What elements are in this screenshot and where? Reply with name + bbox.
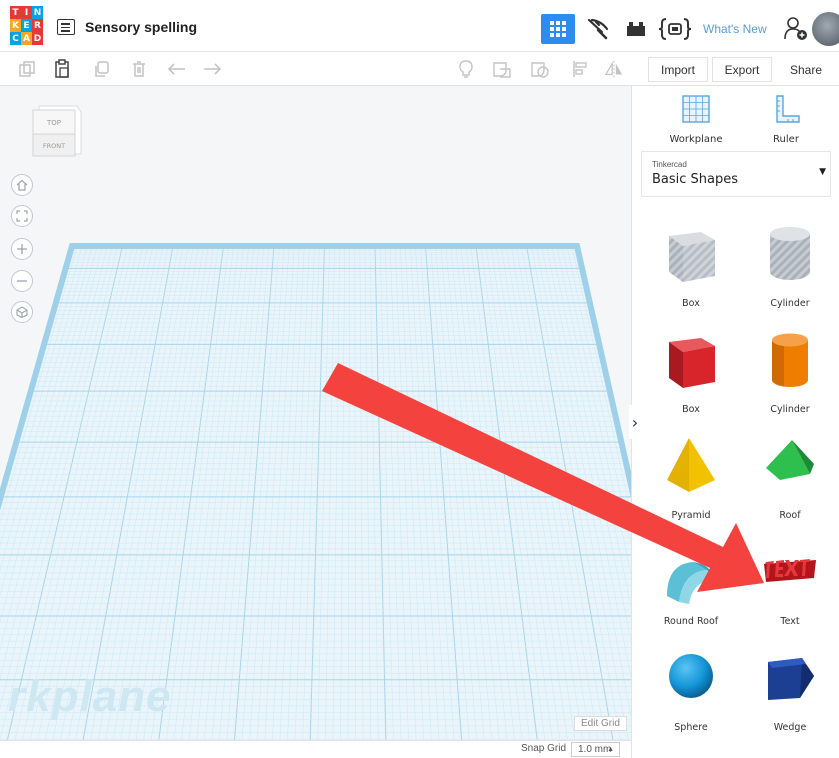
edit-grid-button[interactable]: Edit Grid [574,716,627,731]
logo-letter: R [32,19,43,32]
shape-sphere[interactable]: Sphere [641,638,741,744]
design-list-icon[interactable] [57,19,75,35]
workplane-grid[interactable] [0,86,631,740]
group-icon[interactable] [492,59,512,79]
export-button[interactable]: Export [712,57,772,82]
codeblocks-view-button[interactable] [655,14,695,44]
panel-collapse-tab[interactable]: › [629,405,641,439]
copy-icon[interactable] [17,59,37,79]
shape-library-select[interactable]: Tinkercad Basic Shapes ▼ [641,151,831,197]
duplicate-icon[interactable] [91,59,111,79]
workplane-label: Workplane [669,134,723,145]
shape-label: Cylinder [770,404,810,415]
shape-roof[interactable]: Roof [740,426,839,532]
shape-label: Wedge [773,722,807,733]
workplane-icon [682,95,710,123]
logo-letter: E [21,19,32,32]
whats-new-link[interactable]: What's New [703,22,767,36]
shape-round-roof[interactable]: Round Roof [641,532,741,638]
text-shape-icon [764,559,816,582]
wedge-icon [768,658,814,700]
document-title[interactable]: Sensory spelling [85,19,197,35]
shape-cylinder-gray[interactable]: Cylinder [740,214,839,320]
paste-icon[interactable] [52,59,72,79]
shape-label: Pyramid [671,510,711,521]
ruler-icon [776,95,800,123]
shape-label: Box [682,298,700,309]
shape-box-red[interactable]: Box [641,320,741,426]
shape-label: Roof [779,510,801,521]
ungroup-icon[interactable] [530,59,550,79]
view-cube[interactable]: TOP FRONT [31,102,82,158]
shape-label: Box [682,404,700,415]
3d-viewport[interactable]: rkplane Edit Grid TOP FRONT [0,86,631,740]
logo-letter: K [10,19,21,32]
tinkercad-logo[interactable]: TINKERCAD [10,6,43,46]
workplane-tool[interactable]: Workplane [651,94,741,145]
shape-box-gray[interactable]: Box [641,214,741,320]
cylinder-icon [770,227,810,280]
undo-icon[interactable] [167,59,187,79]
redo-icon[interactable] [202,59,222,79]
box-icon [669,338,715,388]
shape-text[interactable]: Text [740,532,839,638]
code-braces-icon [658,18,692,40]
shape-cylinder-orange[interactable]: Cylinder [740,320,839,426]
blocks-view-button[interactable] [583,14,613,44]
home-view-icon[interactable] [11,174,33,196]
viewcube-top-label: TOP [46,119,61,127]
caret-up-icon: ▲ [607,746,614,753]
brick-icon [627,22,645,36]
library-name: Basic Shapes [652,172,739,187]
ruler-label: Ruler [773,134,799,145]
logo-letter: N [32,6,43,19]
edit-toolbar: Import Export Share [0,52,839,86]
shape-label: Sphere [674,722,708,733]
user-avatar[interactable] [812,12,839,46]
zoom-in-icon[interactable] [11,238,33,260]
snap-grid-bar: Snap Grid 1.0 mm ▲ [0,740,631,758]
bricks-view-button[interactable] [623,14,649,44]
logo-letter: A [21,32,32,45]
logo-letter: T [10,6,21,19]
library-category: Tinkercad [652,160,687,169]
ruler-tool[interactable]: Ruler [741,94,831,145]
round-roof-icon [667,562,715,604]
chevron-right-icon: › [631,412,639,432]
roof-icon [766,440,814,480]
pyramid-icon [667,438,715,492]
sphere-icon [669,654,713,698]
share-button[interactable]: Share [777,57,835,82]
fit-view-icon[interactable] [11,205,33,227]
shape-label: Round Roof [663,616,719,627]
shape-wedge[interactable]: Wedge [740,638,839,744]
snap-grid-select[interactable]: 1.0 mm ▲ [571,742,620,757]
shapes-panel: Workplane Ruler Tinkercad Basic Shapes ▼… [631,86,839,758]
viewcube-front-label: FRONT [43,142,65,150]
top-bar: TINKERCAD Sensory spelling What's New [0,0,839,52]
note-bulb-icon[interactable] [456,59,476,79]
grid-view-icon [550,21,566,37]
add-user-icon[interactable] [783,15,809,41]
snap-grid-label: Snap Grid [521,743,567,754]
logo-letter: D [32,32,43,45]
import-button[interactable]: Import [648,57,708,82]
workplane-watermark: rkplane [8,672,172,721]
mirror-icon[interactable] [604,59,624,79]
logo-letter: I [21,6,32,19]
pickaxe-icon [587,18,609,40]
caret-down-icon: ▼ [819,167,826,177]
shape-label: Cylinder [770,298,810,309]
delete-icon[interactable] [129,59,149,79]
view-3d-button[interactable] [541,14,575,44]
align-icon[interactable] [570,59,590,79]
zoom-out-icon[interactable] [11,270,33,292]
logo-letter: C [10,32,21,45]
shape-pyramid[interactable]: Pyramid [641,426,741,532]
shape-label: Text [780,616,800,627]
box-icon [669,232,715,282]
cylinder-icon [772,333,808,387]
perspective-icon[interactable] [11,301,33,323]
